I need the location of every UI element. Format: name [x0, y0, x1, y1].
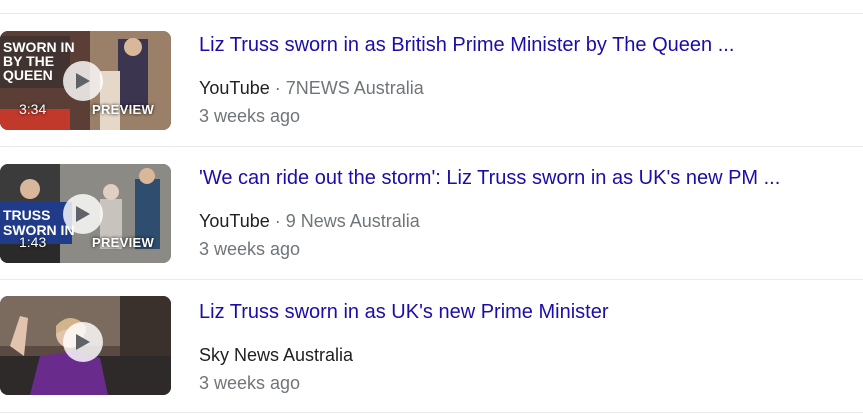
meta-separator: · — [274, 78, 281, 98]
video-result-3: Liz Truss sworn in as UK's new Prime Min… — [0, 280, 863, 412]
published-age: 3 weeks ago — [199, 239, 301, 259]
source-site: YouTube — [199, 78, 270, 98]
result-title-link[interactable]: 'We can ride out the storm': Liz Truss s… — [199, 167, 780, 190]
play-icon[interactable] — [63, 322, 103, 362]
thumb-caption-line-3: QUEEN — [3, 67, 53, 83]
video-duration: 1:43 — [19, 234, 47, 250]
bottom-divider — [0, 412, 863, 413]
video-result-1: SWORN IN BY THE QUEEN 3:34 PREVIEW Liz T… — [0, 14, 863, 146]
published-age: 3 weeks ago — [199, 106, 301, 126]
result-source: YouTube · 7NEWS Australia — [199, 78, 424, 99]
video-duration: 3:34 — [19, 101, 47, 117]
play-icon[interactable] — [63, 61, 103, 101]
published-age: 3 weeks ago — [199, 373, 301, 393]
video-result-2: TRUSS SWORN IN 1:43 PREVIEW 'We can ride… — [0, 147, 863, 279]
result-source: Sky News Australia — [199, 345, 353, 366]
result-source: YouTube · 9 News Australia — [199, 211, 420, 232]
preview-label: PREVIEW — [92, 235, 155, 250]
thumb-caption-line-1: TRUSS — [3, 207, 50, 223]
video-thumbnail-1[interactable]: SWORN IN BY THE QUEEN 3:34 PREVIEW — [0, 31, 171, 130]
video-thumbnail-3[interactable] — [0, 296, 171, 395]
source-site: Sky News Australia — [199, 345, 354, 365]
channel-name: 9 News Australia — [285, 211, 420, 231]
channel-name: 7NEWS Australia — [285, 78, 424, 98]
meta-separator: · — [274, 211, 281, 231]
result-title-link[interactable]: Liz Truss sworn in as British Prime Mini… — [199, 34, 734, 57]
result-title-link[interactable]: Liz Truss sworn in as UK's new Prime Min… — [199, 301, 608, 324]
preview-label: PREVIEW — [92, 102, 155, 117]
play-icon[interactable] — [63, 194, 103, 234]
video-thumbnail-2[interactable]: TRUSS SWORN IN 1:43 PREVIEW — [0, 164, 171, 263]
source-site: YouTube — [199, 211, 270, 231]
